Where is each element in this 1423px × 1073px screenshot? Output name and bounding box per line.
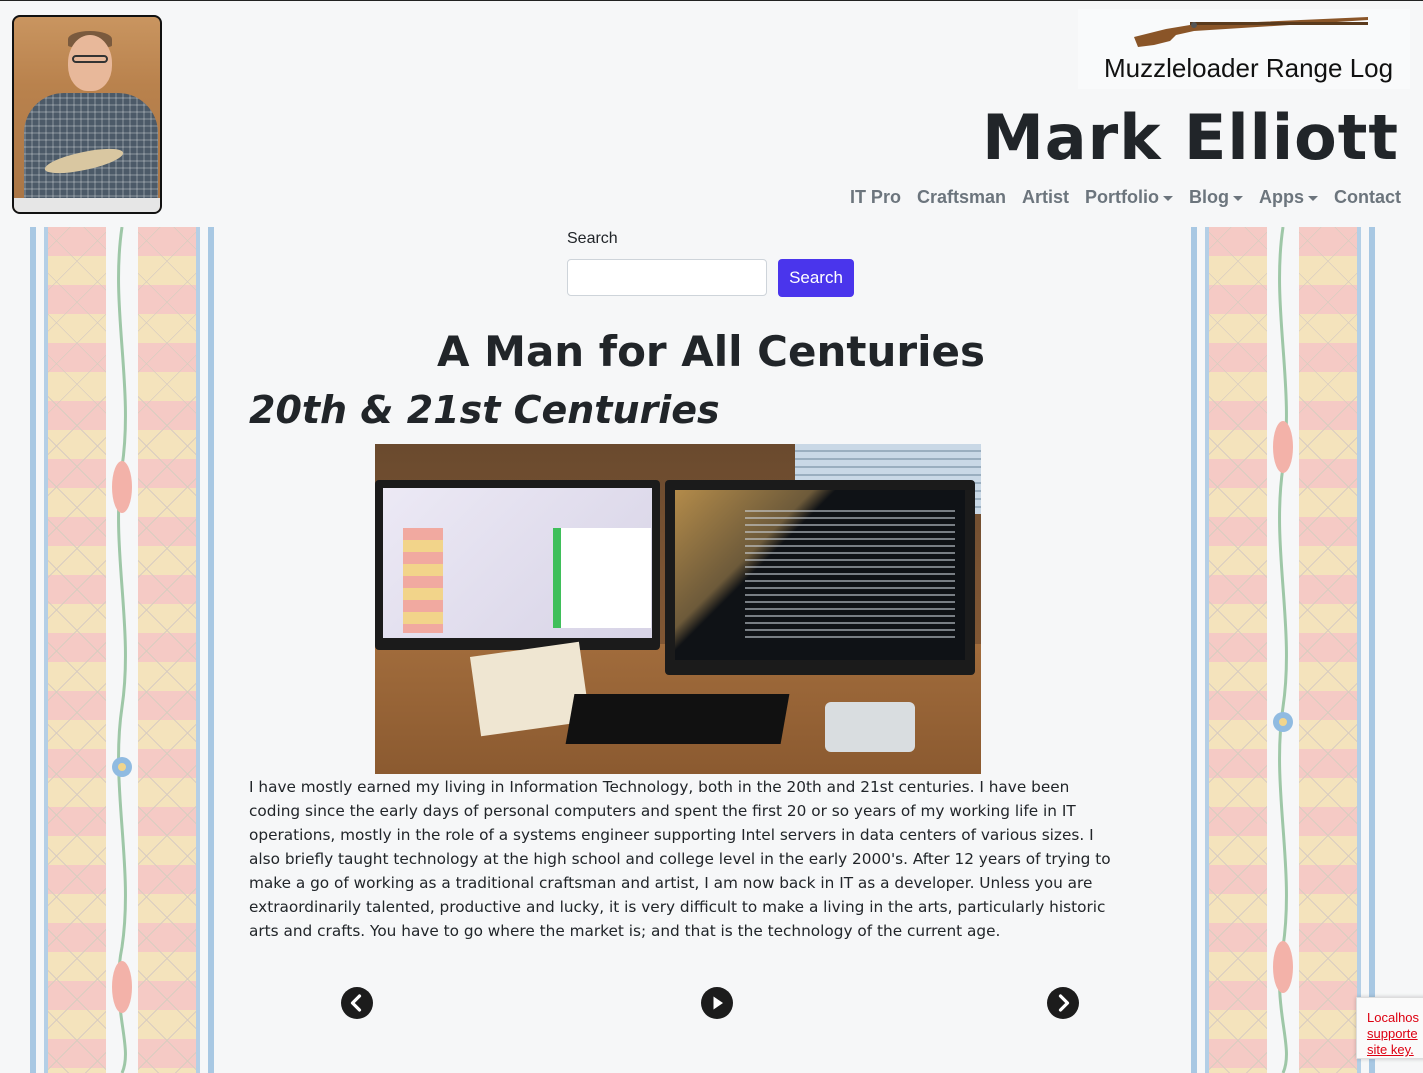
photo-glasses — [72, 55, 108, 63]
nav-label: Apps — [1259, 187, 1304, 207]
recaptcha-line: Localhos — [1367, 1010, 1420, 1025]
tulip-vine-decoration — [112, 227, 132, 1073]
section-title: 20th & 21st Centuries — [249, 388, 720, 432]
nav-blog-dropdown[interactable]: Blog — [1189, 187, 1243, 208]
photo-screen-panel — [553, 528, 651, 628]
diamond-pattern — [138, 227, 196, 1073]
search-label: Search — [567, 230, 618, 247]
nav-label: Portfolio — [1085, 187, 1159, 207]
caret-down-icon — [1163, 195, 1173, 201]
recaptcha-line: site key. — [1367, 1042, 1414, 1057]
brand-title[interactable]: Muzzleloader Range Log — [1104, 53, 1393, 84]
diamond-pattern — [1299, 227, 1357, 1073]
chevron-left-icon — [350, 994, 362, 1012]
nav-contact[interactable]: Contact — [1334, 187, 1401, 208]
rifle-icon — [1134, 17, 1368, 47]
nav-craftsman[interactable]: Craftsman — [917, 187, 1006, 208]
photo-screen-left — [383, 488, 652, 638]
photo-face — [68, 35, 112, 91]
tulip-vine-decoration — [1273, 227, 1293, 1073]
photo-monitor-left — [375, 480, 660, 650]
diamond-pattern — [48, 227, 106, 1073]
folk-art-border-left — [22, 227, 222, 1073]
diamond-pattern — [1209, 227, 1267, 1073]
photo-screen-code — [745, 510, 955, 640]
nav-portfolio-dropdown[interactable]: Portfolio — [1085, 187, 1173, 208]
nav-label: Blog — [1189, 187, 1229, 207]
nav-label: IT Pro — [849, 187, 901, 207]
carousel-next-button[interactable] — [1047, 987, 1079, 1019]
folk-art-border-right — [1183, 227, 1383, 1073]
nav-label: Craftsman — [916, 187, 1006, 207]
search-button[interactable]: Search — [778, 259, 854, 297]
nav-label: Contact — [1334, 187, 1401, 207]
workstation-photo — [375, 444, 981, 774]
carousel-play-button[interactable] — [701, 987, 733, 1019]
body-paragraph: I have mostly earned my living in Inform… — [249, 778, 1111, 940]
photo-monitor-right — [665, 480, 975, 675]
nav-label: Artist — [1021, 187, 1069, 207]
play-icon — [713, 996, 723, 1010]
photo-keyboard — [565, 694, 790, 744]
nav-it-pro[interactable]: IT Pro — [850, 187, 901, 208]
photo-trackpad — [825, 702, 915, 752]
photo-screen-right — [675, 490, 965, 660]
nav-artist[interactable]: Artist — [1022, 187, 1069, 208]
recaptcha-line: supporte — [1367, 1026, 1418, 1041]
caret-down-icon — [1233, 195, 1243, 201]
nav-apps-dropdown[interactable]: Apps — [1259, 187, 1318, 208]
carousel-prev-button[interactable] — [341, 987, 373, 1019]
profile-photo[interactable] — [12, 15, 162, 214]
site-name: Mark Elliott — [982, 101, 1399, 174]
recaptcha-error-badge[interactable]: Localhos supporte site key. — [1356, 997, 1423, 1059]
photo-caption-strip — [14, 198, 160, 212]
photo-screen-decoration — [403, 528, 443, 633]
chevron-right-icon — [1058, 994, 1070, 1012]
page-title: A Man for All Centuries — [437, 327, 985, 376]
search-input[interactable] — [567, 259, 767, 296]
main-nav: IT Pro Craftsman Artist Portfolio Blog A… — [850, 187, 1401, 208]
caret-down-icon — [1308, 195, 1318, 201]
